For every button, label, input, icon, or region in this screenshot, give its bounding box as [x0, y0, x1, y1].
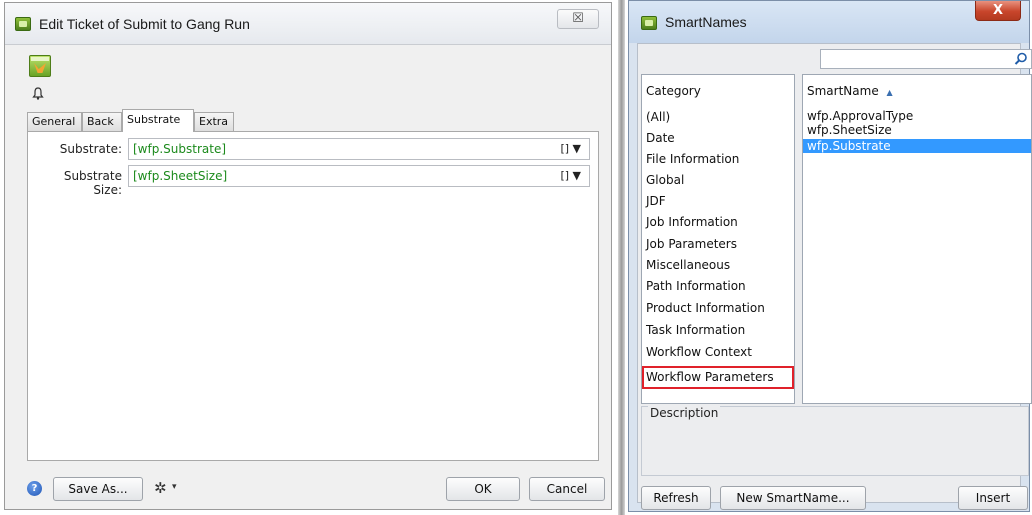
- smartname-item-selected[interactable]: wfp.Substrate: [803, 139, 1031, 153]
- smartnames-dialog: SmartNames X Category (All) Date File In…: [628, 0, 1032, 512]
- substrate-size-field[interactable]: [wfp.SheetSize] [] ▼: [128, 165, 590, 187]
- save-as-button[interactable]: Save As...: [53, 477, 143, 501]
- description-label: Description: [648, 406, 721, 420]
- insert-button[interactable]: Insert: [958, 486, 1028, 510]
- close-icon: X: [992, 3, 1004, 18]
- category-item[interactable]: JDF: [642, 190, 794, 212]
- category-item[interactable]: (All): [642, 106, 794, 128]
- category-item[interactable]: Task Information: [642, 319, 794, 341]
- edit-ticket-dialog: Edit Ticket of Submit to Gang Run ☒ Gene…: [4, 2, 612, 510]
- tab-extra[interactable]: Extra: [194, 112, 234, 131]
- search-input[interactable]: [820, 49, 1032, 69]
- category-item[interactable]: Product Information: [642, 297, 794, 319]
- smartname-dropdown-icon[interactable]: [] ▼: [560, 169, 581, 182]
- category-item[interactable]: Miscellaneous: [642, 254, 794, 276]
- app-icon: [641, 16, 657, 30]
- smartname-header-label: SmartName: [807, 84, 879, 98]
- help-icon[interactable]: ?: [27, 481, 42, 496]
- search-icon[interactable]: [1013, 51, 1029, 67]
- substrate-field[interactable]: [wfp.Substrate] [] ▼: [128, 138, 590, 160]
- smartname-item[interactable]: wfp.ApprovalType: [803, 109, 1031, 123]
- right-dialog-title: SmartNames: [665, 14, 747, 30]
- close-icon: ☒: [572, 11, 584, 26]
- refresh-button[interactable]: Refresh: [641, 486, 711, 510]
- tab-substrate[interactable]: Substrate: [122, 109, 194, 132]
- gear-icon[interactable]: ✲: [154, 479, 167, 497]
- category-list[interactable]: Category (All) Date File Information Glo…: [641, 74, 795, 404]
- smartnames-body: Category (All) Date File Information Glo…: [637, 43, 1032, 510]
- tab-back[interactable]: Back: [82, 112, 122, 131]
- category-item-workflow-parameters[interactable]: Workflow Parameters: [642, 366, 794, 388]
- category-item[interactable]: Date: [642, 127, 794, 149]
- close-button[interactable]: X: [975, 1, 1021, 21]
- category-item[interactable]: Job Parameters: [642, 233, 794, 255]
- app-icon: [15, 17, 31, 31]
- description-box: Description: [641, 406, 1029, 476]
- category-item[interactable]: Path Information: [642, 275, 794, 297]
- product-logo-icon: [29, 55, 51, 77]
- ok-button[interactable]: OK: [446, 477, 520, 501]
- substrate-size-value: [wfp.SheetSize]: [133, 169, 228, 183]
- category-item[interactable]: Global: [642, 169, 794, 191]
- search-text[interactable]: [823, 51, 1008, 67]
- smartname-list[interactable]: SmartName ▲ wfp.ApprovalType wfp.SheetSi…: [802, 74, 1032, 404]
- substrate-size-label: Substrate Size:: [63, 169, 122, 197]
- category-item[interactable]: File Information: [642, 148, 794, 170]
- close-button[interactable]: ☒: [557, 9, 599, 29]
- substrate-panel: Substrate: [wfp.Substrate] [] ▼ Substrat…: [27, 131, 599, 461]
- substrate-label: Substrate:: [59, 142, 122, 156]
- sort-ascending-icon: ▲: [886, 88, 893, 97]
- left-dialog-title: Edit Ticket of Submit to Gang Run: [39, 16, 250, 32]
- category-item[interactable]: Workflow Context: [642, 341, 794, 363]
- right-titlebar: SmartNames X: [629, 1, 1029, 43]
- category-header[interactable]: Category: [646, 84, 701, 98]
- chevron-down-icon[interactable]: ▾: [172, 482, 177, 492]
- category-item[interactable]: Job Information: [642, 211, 794, 233]
- smartname-item[interactable]: wfp.SheetSize: [803, 123, 1031, 137]
- smartname-header[interactable]: SmartName ▲: [807, 84, 893, 98]
- new-smartname-button[interactable]: New SmartName...: [720, 486, 866, 510]
- cancel-button[interactable]: Cancel: [529, 477, 605, 501]
- window-separator: [618, 0, 625, 515]
- tab-general[interactable]: General: [27, 112, 82, 131]
- left-titlebar: Edit Ticket of Submit to Gang Run ☒: [5, 3, 611, 45]
- smartname-dropdown-icon[interactable]: [] ▼: [560, 142, 581, 155]
- bell-icon[interactable]: [32, 87, 46, 101]
- substrate-value: [wfp.Substrate]: [133, 142, 227, 156]
